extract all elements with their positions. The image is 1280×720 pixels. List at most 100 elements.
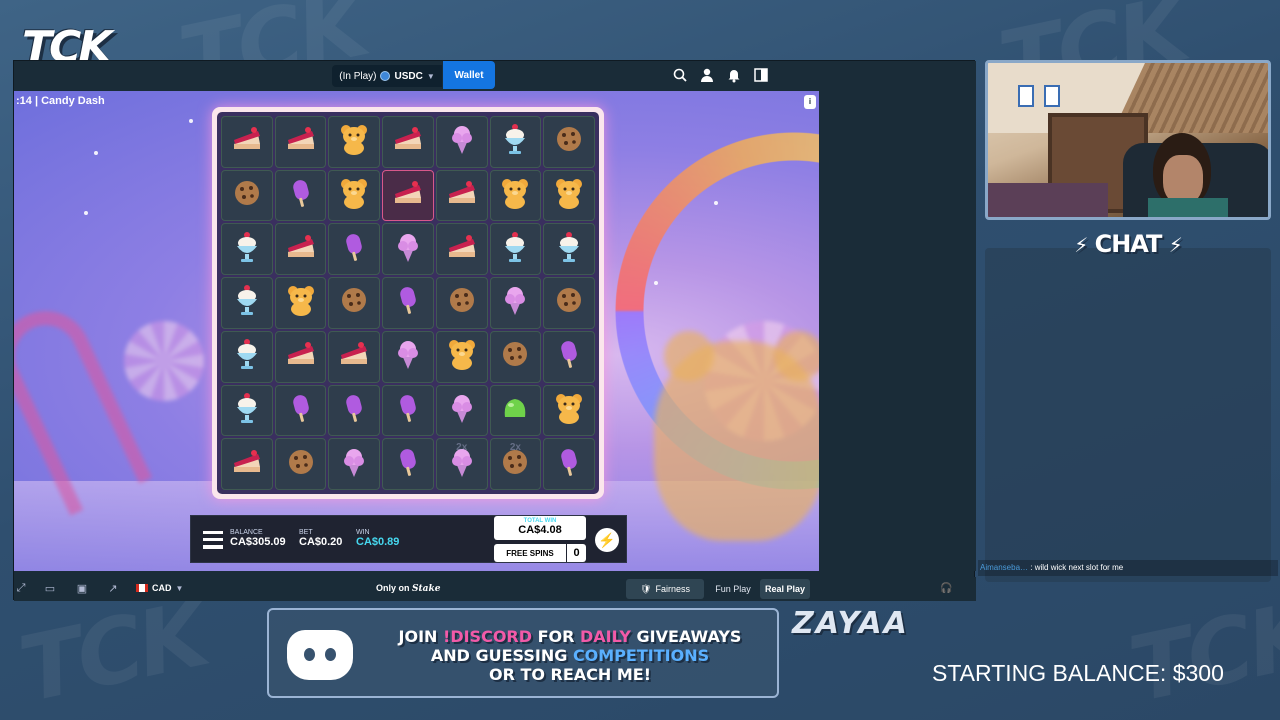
popsicle-symbol-icon	[391, 391, 425, 430]
reel-cell	[274, 330, 327, 383]
wall-target	[1018, 85, 1034, 107]
reel-cell	[435, 169, 488, 222]
sundae-symbol-icon	[498, 230, 532, 269]
discord-banner: JOIN !DISCORD FOR DAILY GIVEAWAYS AND GU…	[267, 608, 779, 698]
shield-check-icon: 🛡	[640, 583, 652, 594]
reel-cell	[543, 223, 595, 276]
real-play-button[interactable]: Real Play	[760, 579, 810, 599]
cake-symbol-icon	[391, 176, 425, 215]
reel-cell	[221, 384, 273, 437]
currency-status: (In Play)	[339, 70, 377, 82]
webcam-feed	[985, 60, 1271, 220]
stats-icon[interactable]: ▣	[75, 582, 89, 596]
chat-username: Aimanseba…	[980, 563, 1029, 572]
reel-cell	[543, 330, 595, 383]
starting-balance: STARTING BALANCE: $300	[932, 660, 1224, 686]
reel-cell	[543, 384, 595, 437]
background-watermark: TCK	[1121, 581, 1280, 720]
sundae-symbol-icon	[498, 122, 532, 161]
popsicle-symbol-icon	[552, 445, 586, 484]
icecream-symbol-icon	[337, 445, 371, 484]
reel-cell	[221, 116, 273, 168]
reel-cell	[328, 169, 381, 222]
bottom-bar: ⤢ ▭ ▣ ↗ CAD ▼ Only on Stake 🛡 Fairness F…	[14, 577, 976, 601]
discord-highlight: COMPETITIONS	[572, 646, 710, 665]
cookie-symbol-icon	[552, 283, 586, 322]
bell-icon[interactable]	[726, 67, 742, 83]
reel-cell	[221, 169, 273, 222]
reel-cell	[382, 384, 434, 437]
top-bar: (In Play) USDC ▼ Wallet	[14, 61, 976, 91]
popsicle-symbol-icon	[337, 391, 371, 430]
discord-text: JOIN !DISCORD FOR DAILY GIVEAWAYS AND GU…	[365, 627, 775, 684]
search-icon[interactable]	[672, 67, 688, 83]
reel-cell	[274, 223, 327, 276]
menu-icon[interactable]	[203, 531, 223, 549]
reel-cell	[489, 330, 542, 383]
game-info-icon[interactable]: i	[804, 95, 816, 109]
sundae-symbol-icon	[230, 283, 264, 322]
discord-highlight: DAILY	[580, 627, 631, 646]
chat-text: : wild wick next slot for me	[1030, 563, 1124, 572]
win-label: WIN	[356, 529, 370, 536]
popsicle-symbol-icon	[284, 391, 318, 430]
sundae-symbol-icon	[230, 230, 264, 269]
reel-cell	[274, 438, 327, 490]
reel-cell	[489, 169, 542, 222]
game-title: :14 | Candy Dash	[16, 95, 105, 107]
theatre-mode-icon[interactable]: ▭	[43, 582, 57, 596]
game-area: :14 | Candy Dash i 2x 2x BALANCE CA$305.0…	[14, 91, 819, 571]
cookie-symbol-icon	[498, 337, 532, 376]
user-icon[interactable]	[699, 67, 715, 83]
cake-symbol-icon	[284, 337, 318, 376]
streamer-name: ZAYAA	[792, 606, 909, 641]
fun-play-button[interactable]: Fun Play	[710, 579, 756, 599]
total-win-box: TOTAL WIN CA$4.08	[494, 516, 586, 540]
reel-cell	[435, 384, 488, 437]
reel-cell	[435, 116, 488, 168]
win-value: CA$0.89	[356, 536, 400, 548]
cake-symbol-icon	[284, 230, 318, 269]
reel-cell	[489, 384, 542, 437]
display-currency-selector[interactable]: CAD ▼	[136, 583, 183, 593]
chat-title: ⚡ CHAT ⚡	[985, 230, 1271, 258]
turbo-lightning-icon[interactable]: ⚡	[595, 528, 619, 552]
lightning-icon: ⚡	[1168, 233, 1183, 257]
popout-icon[interactable]: ↗	[106, 582, 120, 596]
popsicle-symbol-icon	[337, 230, 371, 269]
display-currency: CAD	[152, 583, 172, 593]
reel-cell	[221, 223, 273, 276]
cake-symbol-icon	[337, 337, 371, 376]
reel-cell	[328, 438, 381, 490]
free-spins-count: 0	[566, 544, 586, 562]
cookie-symbol-icon	[284, 445, 318, 484]
bear-symbol-icon	[552, 391, 586, 430]
background-watermark: TCK	[11, 581, 215, 720]
reel-cell	[382, 169, 434, 222]
sidebar-toggle-icon[interactable]	[753, 67, 769, 83]
chat-panel	[985, 248, 1271, 582]
wallet-button[interactable]: Wallet	[443, 61, 495, 89]
bear-symbol-icon	[284, 283, 318, 322]
currency-selector[interactable]: (In Play) USDC ▼	[332, 65, 442, 87]
expand-icon[interactable]: ⤢	[14, 582, 28, 596]
discord-text-part: FOR	[532, 627, 581, 646]
sparkle	[714, 201, 718, 205]
background-bear	[654, 341, 819, 541]
popsicle-symbol-icon	[284, 176, 318, 215]
fairness-button[interactable]: 🛡 Fairness	[626, 579, 704, 599]
reel-cell	[435, 330, 488, 383]
icecream-symbol-icon	[445, 122, 479, 161]
browser-window: (In Play) USDC ▼ Wallet:14 | Candy Dash…	[13, 60, 976, 601]
cake-symbol-icon	[230, 445, 264, 484]
reel-cell	[328, 116, 381, 168]
cake-symbol-icon	[391, 122, 425, 161]
right-rail	[819, 91, 976, 571]
reel-cell	[274, 169, 327, 222]
cookie-symbol-icon	[445, 283, 479, 322]
cookie-symbol-icon	[337, 283, 371, 322]
cookie-symbol-icon	[552, 122, 586, 161]
headset-icon[interactable]: 🎧	[940, 583, 954, 597]
fairness-label: Fairness	[655, 584, 690, 594]
sparkle	[94, 151, 98, 155]
